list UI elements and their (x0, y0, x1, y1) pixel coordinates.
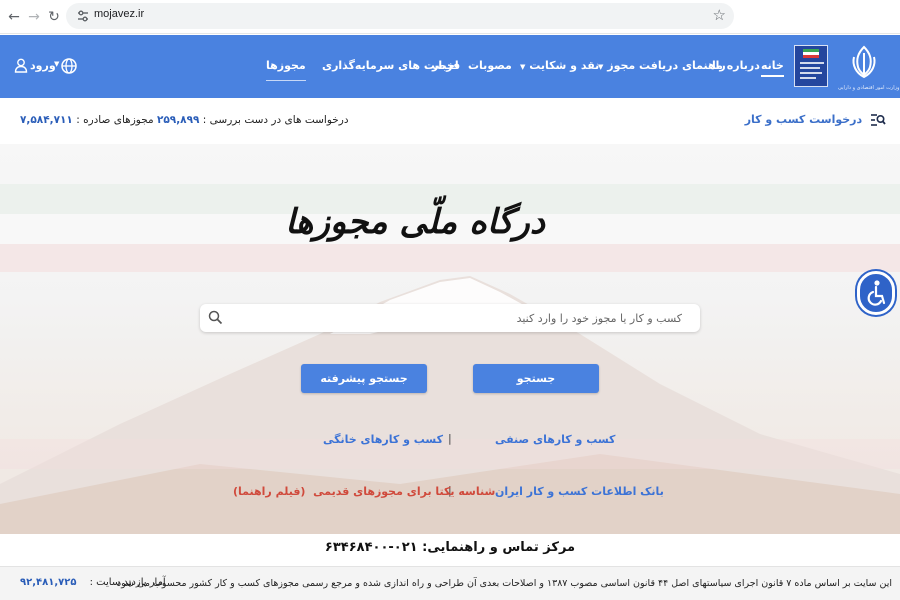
menu-item-home[interactable]: خانه (761, 59, 784, 77)
visit-stats: آمار بازدید سایت : ۹۲,۴۸۱,۷۲۵ (20, 577, 166, 588)
browser-toolbar: ← → ↻ mojavez.ir ☆ (0, 0, 900, 34)
wheelchair-icon (867, 280, 886, 306)
reload-icon[interactable]: ↻ (44, 7, 64, 27)
legacy-license-id-label: شناسه یکتا برای مجوزهای قدیمی (313, 485, 496, 498)
main-menu: خانه درباره ما راهنمای دریافت مجوز ▼ نقد… (0, 35, 900, 98)
home-businesses-link[interactable]: کسب و کارهای خانگی (323, 433, 443, 446)
magnifier-icon[interactable] (208, 310, 223, 325)
business-request-label: درخواست کسب و کار (744, 113, 863, 126)
support-text: مرکز تماس و راهنمایی: ۰۲۱-۶۳۴۶۸۴۰۰ (324, 540, 576, 555)
legacy-license-id-link[interactable]: شناسه یکتا برای مجوزهای قدیمی (فیلم راهن… (233, 485, 495, 498)
chevron-down-icon: ▼ (520, 63, 526, 71)
menu-item-guide[interactable]: راهنمای دریافت مجوز ▼ (598, 59, 726, 72)
star-icon[interactable]: ☆ (713, 6, 726, 24)
list-search-icon (871, 114, 886, 126)
menu-item-guide-label: راهنمای دریافت مجوز (607, 59, 726, 72)
forward-arrow-icon[interactable]: → (24, 7, 44, 27)
visit-stats-label: آمار بازدید سایت : (89, 577, 166, 588)
menu-item-licenses[interactable]: مجوزها (266, 59, 306, 81)
menu-item-complaints[interactable]: نقد و شکایت ▼ (520, 59, 599, 72)
back-arrow-icon[interactable]: ← (4, 7, 24, 27)
legal-notice: این سایت بر اساس ماده ۷ قانون اجرای سیاس… (116, 578, 892, 589)
business-request-link[interactable]: درخواست کسب و کار (745, 113, 886, 127)
site-header: وزارت امور اقتصادی و دارایی خانه درباره … (0, 35, 900, 98)
stats-strip: درخواست کسب و کار درخواست های در دست برر… (0, 98, 900, 144)
search-button[interactable]: جستجو (473, 364, 599, 393)
advanced-search-button[interactable]: جستجو پیشرفته (301, 364, 427, 393)
pending-label: درخواست های در دست بررسی : (202, 114, 349, 126)
visit-stats-value: ۹۲,۴۸۱,۷۲۵ (20, 577, 77, 588)
accessibility-button[interactable] (857, 271, 895, 315)
separator: | (448, 432, 452, 445)
globe-icon[interactable] (60, 57, 78, 75)
issued-value: ۲۵۹,۸۹۹ (156, 114, 200, 126)
hero-section: درگاه ملّی مجوزها جستجو جستجو پیشرفته کس… (0, 144, 900, 534)
search-input[interactable] (230, 304, 690, 332)
guide-film-label: (فیلم راهنما) (233, 485, 306, 498)
user-icon (14, 58, 28, 73)
search-box (200, 304, 700, 332)
address-bar[interactable]: mojavez.ir ☆ (66, 3, 734, 29)
url-text[interactable]: mojavez.ir (94, 8, 144, 20)
menu-item-investment[interactable]: فرصت های سرمایه‌گذاری (322, 59, 460, 72)
footer: این سایت بر اساس ماده ۷ قانون اجرای سیاس… (0, 566, 900, 600)
menu-item-complaints-label: نقد و شکایت (529, 59, 600, 72)
page-title: درگاه ملّی مجوزها (285, 202, 545, 242)
menu-item-resolutions[interactable]: مصوبات (468, 59, 512, 72)
login-label: ورود (30, 59, 56, 72)
guild-businesses-link[interactable]: کسب و کارهای صنفی (495, 433, 615, 446)
issued-label: مجوزهای صادره : (76, 114, 154, 126)
tune-icon[interactable] (76, 9, 90, 23)
business-databank-link[interactable]: بانک اطلاعات کسب و کار ایران (495, 485, 664, 498)
pending-value: ۷,۵۸۴,۷۱۱ (20, 114, 73, 126)
stats-counters: درخواست های در دست بررسی : ۲۵۹,۸۹۹ مجوزه… (20, 114, 349, 126)
support-line: مرکز تماس و راهنمایی: ۰۲۱-۶۳۴۶۸۴۰۰ (0, 534, 900, 566)
